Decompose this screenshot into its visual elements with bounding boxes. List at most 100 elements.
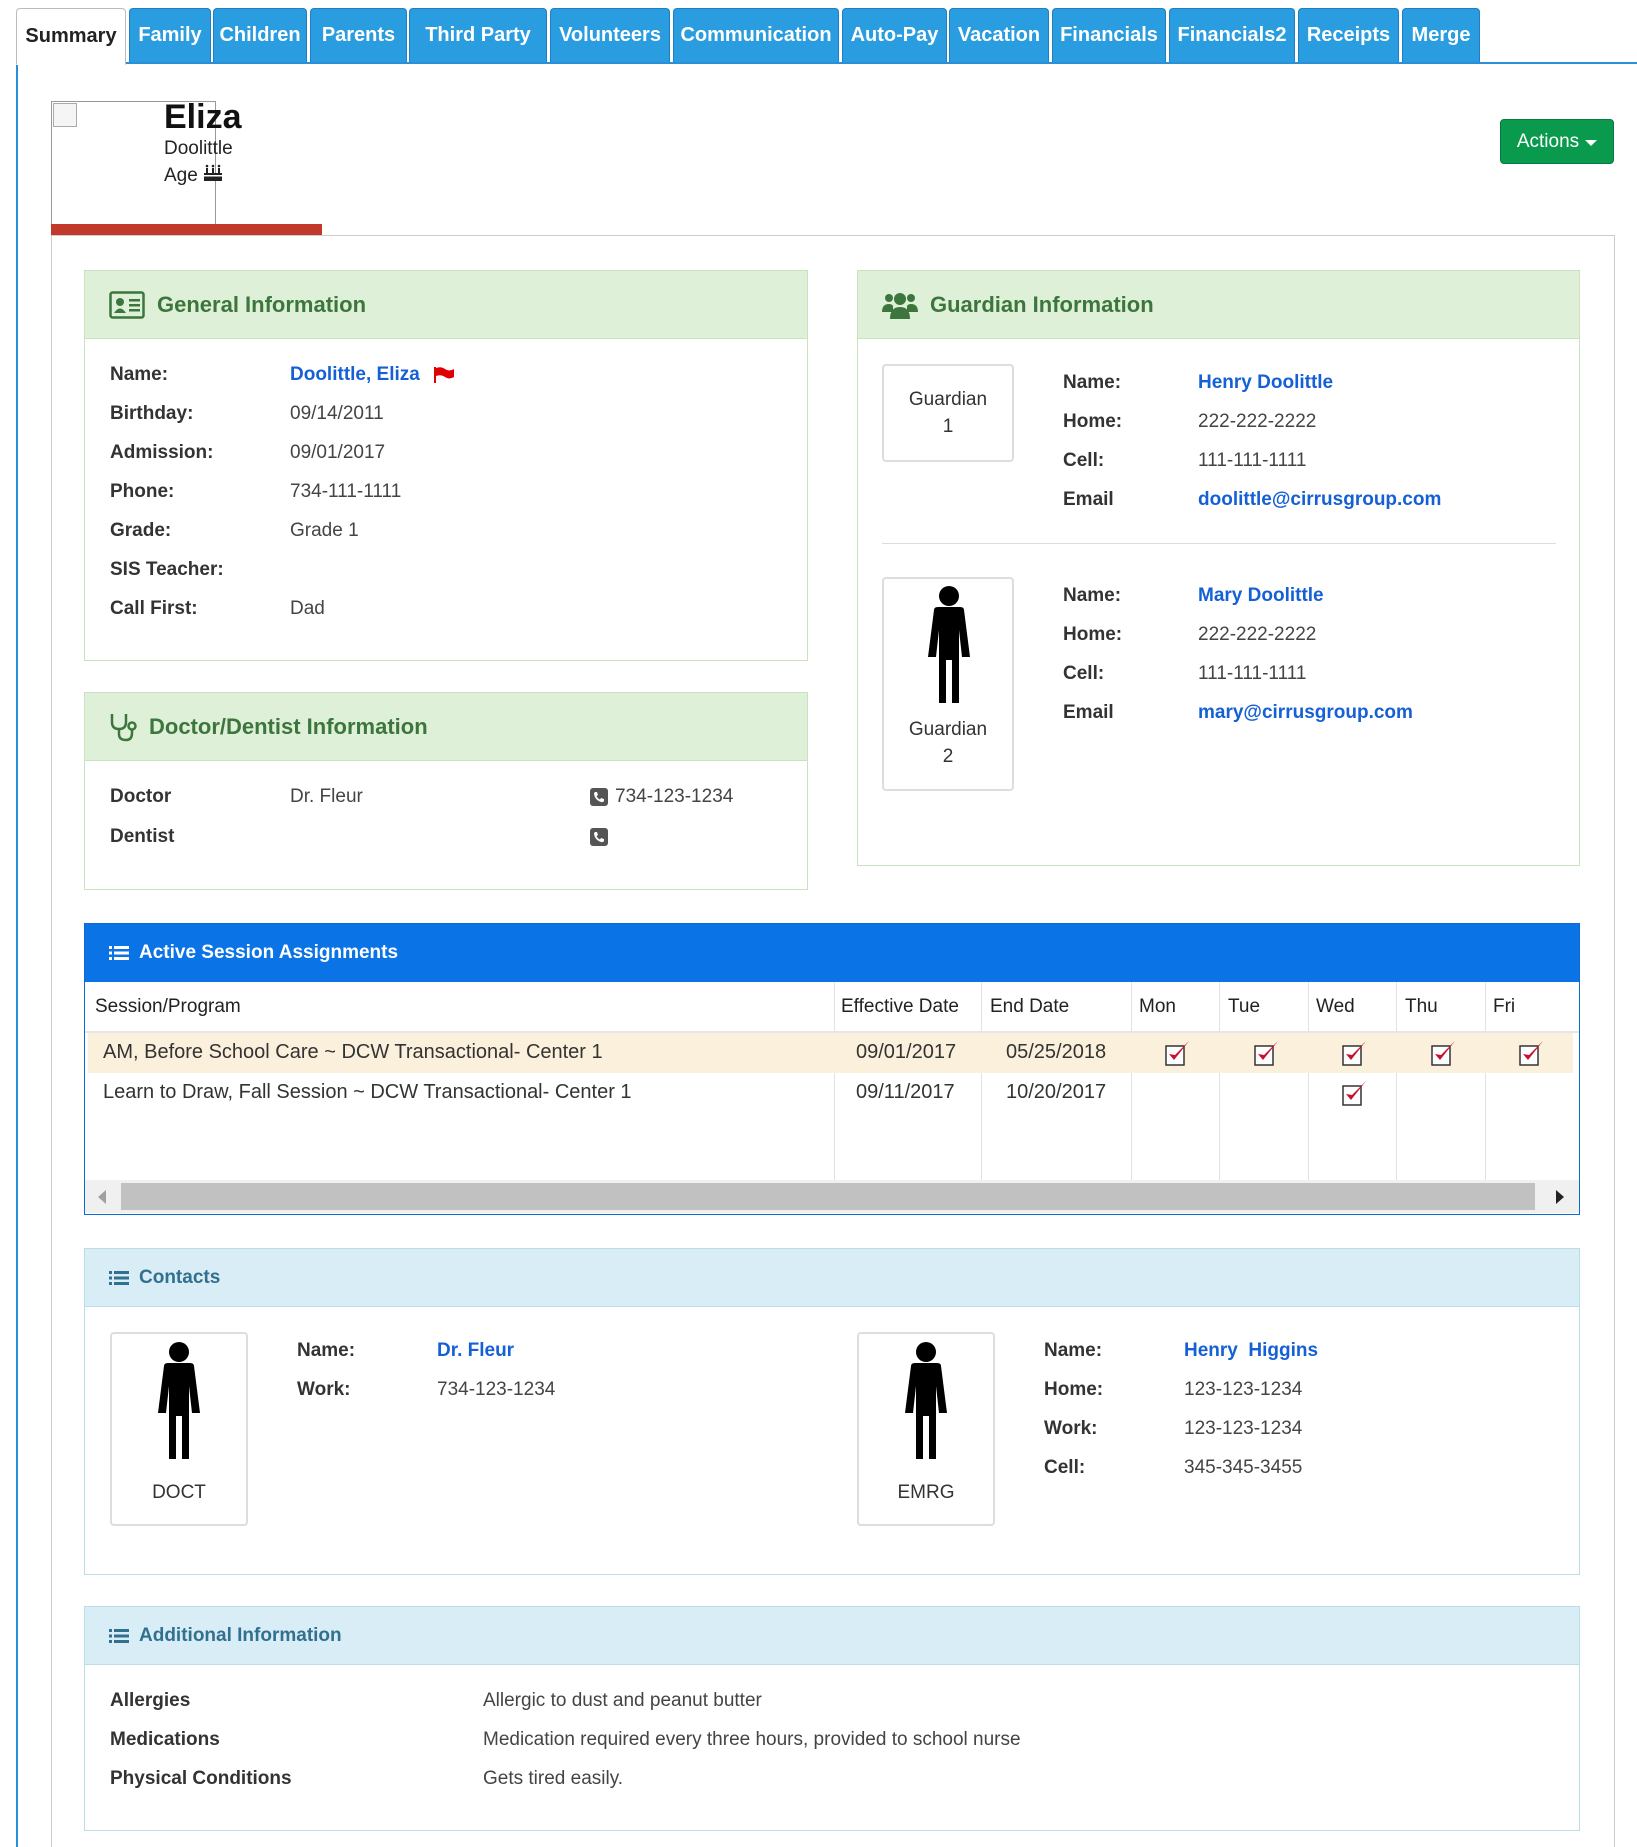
col-header-program[interactable]: Session/Program	[95, 996, 241, 1018]
table-row[interactable]: Learn to Draw, Fall Session ~ DCW Transa…	[88, 1073, 1573, 1113]
contact-2-name-link[interactable]: Henry Higgins	[1184, 1340, 1318, 1362]
tab-family[interactable]: Family	[129, 8, 211, 62]
contact-2-card[interactable]: EMRG	[857, 1332, 995, 1526]
guardian-1-card[interactable]: Guardian 1	[882, 364, 1014, 462]
effective-date-cell: 09/01/2017	[856, 1041, 957, 1063]
phone-icon	[590, 828, 608, 846]
guardian-info-header: Guardian Information	[858, 271, 1579, 339]
tab-summary[interactable]: Summary	[16, 8, 126, 65]
contact-1-card[interactable]: DOCT	[110, 1332, 248, 1526]
grade-label: Grade:	[110, 520, 172, 541]
general-info-panel: General Information Name: Doolittle, Eli…	[84, 270, 808, 661]
col-header-fri[interactable]: Fri	[1493, 996, 1515, 1018]
scroll-left-arrow-icon[interactable]	[97, 1190, 107, 1204]
tab-vacation[interactable]: Vacation	[949, 8, 1049, 62]
birthday-cake-icon	[204, 164, 223, 181]
person-icon	[905, 1342, 947, 1459]
flag-icon[interactable]	[433, 366, 455, 384]
tab-financials2[interactable]: Financials2	[1169, 8, 1295, 62]
tab-parents[interactable]: Parents	[310, 8, 407, 62]
contact-2-work-label: Work:	[1044, 1418, 1098, 1439]
content-left-border	[16, 62, 18, 1847]
allergies-value: Allergic to dust and peanut butter	[483, 1690, 762, 1711]
guardian-1-home-label: Home:	[1063, 411, 1123, 432]
broken-image-icon	[53, 103, 77, 127]
contacts-header: Contacts	[85, 1249, 1579, 1307]
call-first-label: Call First:	[110, 598, 198, 619]
doctor-label: Doctor	[110, 786, 172, 807]
guardian-2-name-link[interactable]: Mary Doolittle	[1198, 585, 1324, 607]
person-icon	[928, 586, 970, 703]
guardian-info-panel: Guardian Information Guardian 1 Name: Hen…	[857, 270, 1580, 866]
contact-1-type: DOCT	[152, 1482, 206, 1503]
tab-auto-pay[interactable]: Auto-Pay	[842, 8, 947, 62]
col-header-end-date[interactable]: End Date	[990, 996, 1069, 1018]
session-assignments-header: Active Session Assignments	[85, 924, 1579, 982]
col-header-mon[interactable]: Mon	[1139, 996, 1176, 1018]
stethoscope-icon	[110, 713, 137, 741]
contact-2-home-label: Home:	[1044, 1379, 1104, 1400]
contact-1-name-label: Name:	[297, 1340, 356, 1361]
guardian-2-home-value: 222-222-2222	[1198, 624, 1317, 645]
tab-financials[interactable]: Financials	[1052, 8, 1166, 62]
age-label: Age	[164, 165, 198, 186]
child-name-link[interactable]: Doolittle, Eliza	[290, 364, 420, 386]
scroll-right-arrow-icon[interactable]	[1555, 1190, 1565, 1204]
contact-2-name-label: Name:	[1044, 1340, 1103, 1361]
tab-receipts[interactable]: Receipts	[1298, 8, 1399, 62]
guardian-2-card[interactable]: Guardian 2	[882, 577, 1014, 791]
col-header-thu[interactable]: Thu	[1405, 996, 1438, 1018]
col-header-tue[interactable]: Tue	[1228, 996, 1260, 1018]
child-last-name: Doolittle	[164, 138, 233, 159]
medications-label: Medications	[110, 1729, 220, 1750]
contact-2-cell-value: 345-345-3455	[1184, 1457, 1303, 1478]
effective-date-cell: 09/11/2017	[856, 1081, 955, 1103]
phone-icon	[590, 788, 608, 806]
sis-teacher-label: SIS Teacher:	[110, 559, 224, 580]
program-cell: AM, Before School Care ~ DCW Transaction…	[103, 1041, 603, 1063]
guardian-2-email-link[interactable]: mary@cirrusgroup.com	[1198, 702, 1413, 724]
contact-2-home-value: 123-123-1234	[1184, 1379, 1303, 1400]
birthday-value: 09/14/2011	[290, 403, 384, 424]
admission-value: 09/01/2017	[290, 442, 386, 463]
guardian-divider	[882, 543, 1556, 544]
scrollbar-thumb[interactable]	[121, 1183, 1535, 1210]
child-age: Age	[164, 164, 223, 187]
general-info-title: General Information	[157, 291, 367, 317]
col-header-wed[interactable]: Wed	[1316, 996, 1355, 1018]
contact-1-name-link[interactable]: Dr. Fleur	[437, 1340, 514, 1362]
birthday-label: Birthday:	[110, 403, 194, 424]
call-first-value: Dad	[290, 598, 325, 619]
tab-communication[interactable]: Communication	[673, 8, 839, 62]
tab-children[interactable]: Children	[213, 8, 307, 62]
session-assignments-panel: Active Session Assignments Session/Progr…	[84, 923, 1580, 1215]
dentist-label: Dentist	[110, 826, 175, 847]
alert-bar	[51, 224, 322, 235]
tab-volunteers[interactable]: Volunteers	[550, 8, 670, 62]
guardian-1-email-link[interactable]: doolittle@cirrusgroup.com	[1198, 489, 1441, 511]
checkmark-icon	[1519, 1041, 1543, 1066]
list-icon	[109, 1270, 129, 1285]
medications-value: Medication required every three hours, p…	[483, 1729, 1021, 1750]
doctor-dentist-header: Doctor/Dentist Information	[85, 693, 807, 761]
end-date-cell: 05/25/2018	[1006, 1041, 1107, 1063]
horizontal-scrollbar[interactable]	[85, 1180, 1579, 1213]
list-icon	[109, 1628, 129, 1643]
tab-merge[interactable]: Merge	[1402, 8, 1480, 62]
guardian-1-cell-label: Cell:	[1063, 450, 1105, 471]
col-header-effective-date[interactable]: Effective Date	[841, 996, 959, 1018]
checkmark-icon	[1342, 1041, 1366, 1066]
guardian-1-name-link[interactable]: Henry Doolittle	[1198, 372, 1333, 394]
additional-info-title: Additional Information	[139, 1624, 342, 1646]
actions-label: Actions	[1516, 130, 1580, 152]
tab-third-party[interactable]: Third Party	[409, 8, 547, 62]
doctor-dentist-panel: Doctor/Dentist Information Doctor Dr. Fl…	[84, 692, 808, 890]
guardian-1-card-label: Guardian 1	[908, 389, 988, 437]
actions-dropdown-button[interactable]: Actions	[1500, 119, 1614, 164]
table-row[interactable]: AM, Before School Care ~ DCW Transaction…	[88, 1033, 1573, 1073]
additional-info-panel: Additional Information Allergies Allergi…	[84, 1606, 1580, 1831]
checkmark-icon	[1165, 1041, 1189, 1066]
guardian-2-home-label: Home:	[1063, 624, 1123, 645]
general-info-header: General Information	[85, 271, 807, 339]
contact-1-work-label: Work:	[297, 1379, 351, 1400]
